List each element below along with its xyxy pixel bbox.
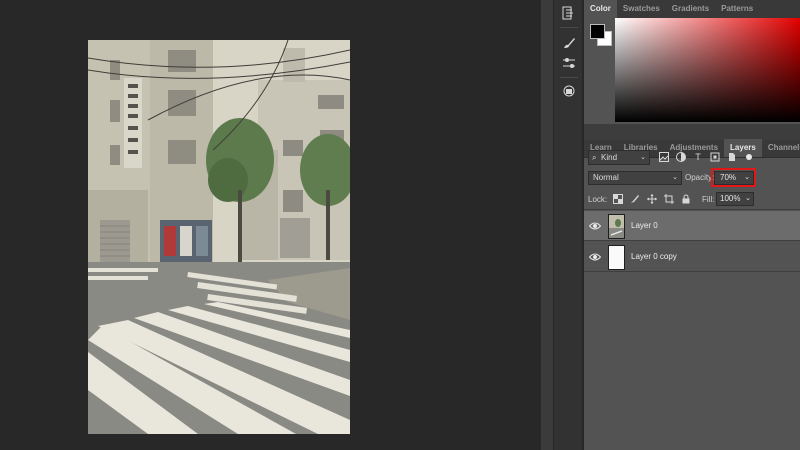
canvas-photo[interactable] <box>88 40 350 434</box>
blend-opacity-row: Normal ⌄ Opacity: 70% ⌄ <box>584 168 800 188</box>
filter-toggle-icon[interactable] <box>743 151 755 163</box>
chevron-down-icon: ⌄ <box>672 174 678 181</box>
search-icon: ⌕ <box>592 153 597 162</box>
blend-mode-value: Normal <box>593 173 619 182</box>
brush-settings-icon[interactable] <box>558 32 580 54</box>
tool-separator <box>560 27 578 28</box>
layer-name[interactable]: Layer 0 <box>631 221 658 230</box>
layer-thumbnail <box>608 214 625 239</box>
panel-tool-strip <box>553 0 583 450</box>
blend-mode-dropdown[interactable]: Normal ⌄ <box>588 171 682 185</box>
layer-thumbnail <box>608 245 625 270</box>
lock-transparent-pixels-icon[interactable] <box>612 193 624 205</box>
properties-icon[interactable] <box>558 52 580 74</box>
fill-input[interactable]: 100% ⌄ <box>716 192 754 206</box>
layer-filter-row: ⌕ Kind ⌄ T <box>584 148 800 170</box>
tab-patterns[interactable]: Patterns <box>715 0 759 18</box>
chevron-down-icon: ⌄ <box>640 154 646 161</box>
lock-all-icon[interactable] <box>680 193 692 205</box>
filter-kind-value: Kind <box>601 153 618 162</box>
3d-icon[interactable] <box>558 80 580 102</box>
type-layer-filter-icon[interactable]: T <box>692 151 704 163</box>
layer-name[interactable]: Layer 0 copy <box>631 252 677 261</box>
shape-layer-filter-icon[interactable] <box>709 151 721 163</box>
tool-separator <box>560 77 578 78</box>
tab-color[interactable]: Color <box>584 0 617 18</box>
color-panel <box>584 18 800 124</box>
layer-row-layer-0-copy[interactable]: Layer 0 copy <box>584 242 800 272</box>
canvas-vertical-scrollbar[interactable] <box>540 0 553 450</box>
color-panel-tabs: Color Swatches Gradients Patterns <box>584 0 800 18</box>
lock-fill-row: Lock: Fill: 100% ⌄ <box>584 190 800 210</box>
lock-icons <box>612 193 692 205</box>
fill-label: Fill: <box>702 195 715 204</box>
pixel-layer-filter-icon[interactable] <box>658 151 670 163</box>
filter-type-icons: T <box>658 151 755 163</box>
lock-artboard-icon[interactable] <box>663 193 675 205</box>
history-icon[interactable] <box>558 2 580 24</box>
foreground-color-swatch[interactable] <box>590 24 605 39</box>
chevron-down-icon[interactable]: ⌄ <box>745 193 751 205</box>
eye-icon[interactable] <box>589 220 601 232</box>
lock-image-pixels-icon[interactable] <box>629 193 641 205</box>
panel-divider <box>584 124 800 140</box>
opacity-label: Opacity: <box>685 173 715 182</box>
smart-object-filter-icon[interactable] <box>726 151 738 163</box>
adjustment-layer-filter-icon[interactable] <box>675 151 687 163</box>
opacity-highlight-box <box>711 168 756 187</box>
right-panels: Color Swatches Gradients Patterns Learn … <box>584 0 800 450</box>
layer-row-layer-0[interactable]: Layer 0 <box>584 211 800 241</box>
lock-label: Lock: <box>588 195 608 204</box>
tab-gradients[interactable]: Gradients <box>666 0 715 18</box>
eye-icon[interactable] <box>589 251 601 263</box>
color-picker-field[interactable] <box>615 18 800 122</box>
street-photo-image <box>88 40 350 434</box>
tab-swatches[interactable]: Swatches <box>617 0 666 18</box>
document-canvas[interactable] <box>0 0 540 450</box>
lock-position-icon[interactable] <box>646 193 658 205</box>
fill-value: 100% <box>720 194 741 203</box>
filter-kind-dropdown[interactable]: ⌕ Kind ⌄ <box>588 150 650 165</box>
